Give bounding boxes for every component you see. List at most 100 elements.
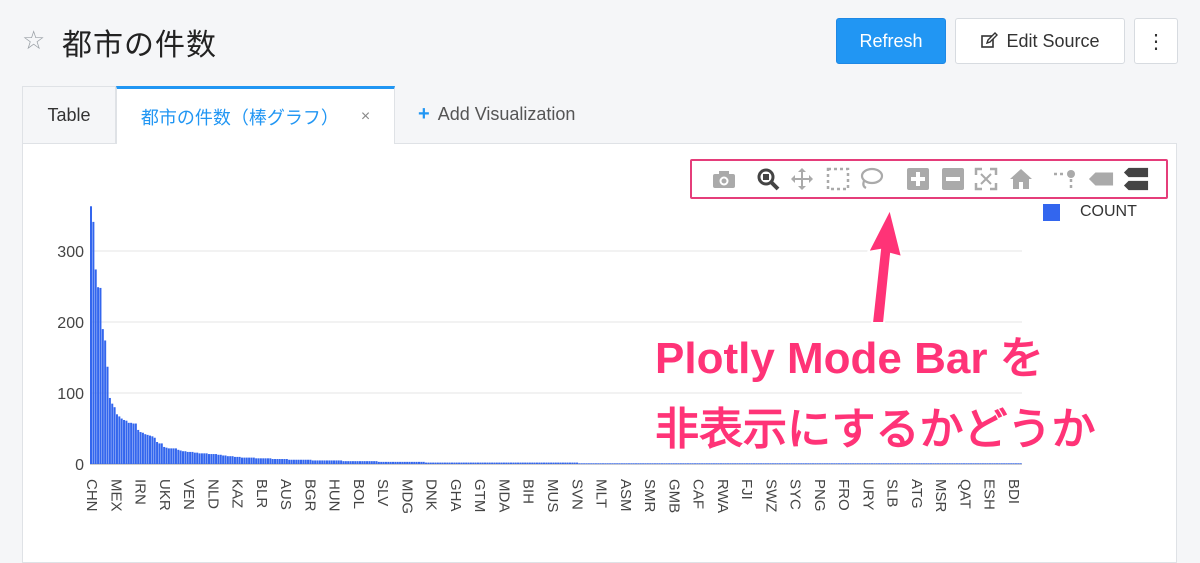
- bar[interactable]: [104, 340, 107, 464]
- bar[interactable]: [955, 463, 958, 465]
- bar[interactable]: [363, 461, 366, 464]
- bar[interactable]: [153, 437, 156, 464]
- bar[interactable]: [597, 463, 600, 465]
- bar[interactable]: [875, 463, 878, 465]
- bar[interactable]: [998, 463, 1001, 465]
- bar[interactable]: [314, 460, 317, 464]
- bar[interactable]: [854, 463, 857, 465]
- bar[interactable]: [816, 463, 819, 465]
- bar[interactable]: [425, 462, 428, 464]
- bar[interactable]: [172, 448, 175, 464]
- bar[interactable]: [672, 463, 675, 465]
- bar[interactable]: [330, 460, 333, 464]
- bar[interactable]: [382, 461, 385, 464]
- bar[interactable]: [165, 447, 168, 464]
- bar[interactable]: [937, 463, 940, 465]
- bar[interactable]: [292, 459, 295, 464]
- bar[interactable]: [609, 463, 612, 465]
- bar[interactable]: [241, 457, 244, 464]
- bar[interactable]: [514, 462, 517, 464]
- bar[interactable]: [734, 463, 737, 465]
- bar[interactable]: [689, 463, 692, 465]
- bar[interactable]: [446, 462, 449, 464]
- bar[interactable]: [812, 463, 815, 465]
- bar[interactable]: [984, 463, 987, 465]
- bar[interactable]: [899, 463, 902, 465]
- bar[interactable]: [351, 461, 354, 464]
- bar[interactable]: [318, 460, 321, 464]
- bar[interactable]: [283, 459, 286, 464]
- bar[interactable]: [507, 462, 510, 464]
- bar[interactable]: [663, 463, 666, 465]
- bar[interactable]: [245, 457, 248, 464]
- bar[interactable]: [335, 460, 338, 464]
- bar[interactable]: [500, 462, 503, 464]
- bar[interactable]: [892, 463, 895, 465]
- zoom-out-icon[interactable]: [940, 166, 966, 192]
- bar[interactable]: [776, 463, 779, 465]
- bar[interactable]: [231, 456, 234, 464]
- bar[interactable]: [325, 460, 328, 464]
- bar[interactable]: [750, 463, 753, 465]
- bar[interactable]: [521, 462, 524, 464]
- bar[interactable]: [394, 461, 397, 464]
- bar[interactable]: [868, 463, 871, 465]
- bar[interactable]: [736, 463, 739, 465]
- bar[interactable]: [960, 463, 963, 465]
- bar[interactable]: [741, 463, 744, 465]
- bar[interactable]: [703, 463, 706, 465]
- bar[interactable]: [653, 463, 656, 465]
- bar[interactable]: [481, 462, 484, 464]
- bar[interactable]: [200, 453, 203, 464]
- bar[interactable]: [543, 462, 546, 464]
- bar[interactable]: [686, 463, 689, 465]
- bar[interactable]: [849, 463, 852, 465]
- bar[interactable]: [217, 454, 220, 464]
- bar[interactable]: [637, 463, 640, 465]
- bar[interactable]: [939, 463, 942, 465]
- bar[interactable]: [354, 461, 357, 464]
- bar[interactable]: [616, 463, 619, 465]
- bar[interactable]: [533, 462, 536, 464]
- bar[interactable]: [462, 462, 465, 464]
- bar[interactable]: [625, 463, 628, 465]
- autoscale-icon[interactable]: [973, 166, 999, 192]
- bar[interactable]: [1007, 463, 1010, 465]
- bar[interactable]: [632, 463, 635, 465]
- legend-label[interactable]: COUNT: [1080, 203, 1137, 221]
- bar[interactable]: [873, 463, 876, 465]
- bar[interactable]: [783, 463, 786, 465]
- bar[interactable]: [132, 423, 135, 464]
- bar[interactable]: [347, 461, 350, 464]
- bar[interactable]: [151, 436, 154, 464]
- bar[interactable]: [979, 463, 982, 465]
- hover-closest-icon[interactable]: [1088, 166, 1114, 192]
- bar[interactable]: [623, 463, 626, 465]
- bar[interactable]: [420, 461, 423, 464]
- bar[interactable]: [1019, 463, 1022, 465]
- bar[interactable]: [743, 463, 746, 465]
- tab-bar-chart[interactable]: 都市の件数（棒グラフ） ×: [116, 86, 395, 144]
- bar[interactable]: [434, 462, 437, 464]
- bar[interactable]: [757, 463, 760, 465]
- bar[interactable]: [196, 452, 199, 464]
- bar[interactable]: [469, 462, 472, 464]
- bar[interactable]: [417, 461, 420, 464]
- bar[interactable]: [226, 456, 229, 464]
- bar[interactable]: [656, 463, 659, 465]
- bar[interactable]: [458, 462, 461, 464]
- bar[interactable]: [257, 458, 260, 464]
- bar[interactable]: [498, 462, 501, 464]
- bar[interactable]: [974, 463, 977, 465]
- bar[interactable]: [436, 462, 439, 464]
- bar[interactable]: [585, 463, 588, 465]
- bar[interactable]: [566, 462, 569, 464]
- bar[interactable]: [186, 451, 189, 464]
- bar[interactable]: [519, 462, 522, 464]
- bar[interactable]: [111, 403, 114, 464]
- bar[interactable]: [927, 463, 930, 465]
- bar[interactable]: [760, 463, 763, 465]
- bar[interactable]: [427, 462, 430, 464]
- bar[interactable]: [108, 397, 111, 464]
- bar[interactable]: [729, 463, 732, 465]
